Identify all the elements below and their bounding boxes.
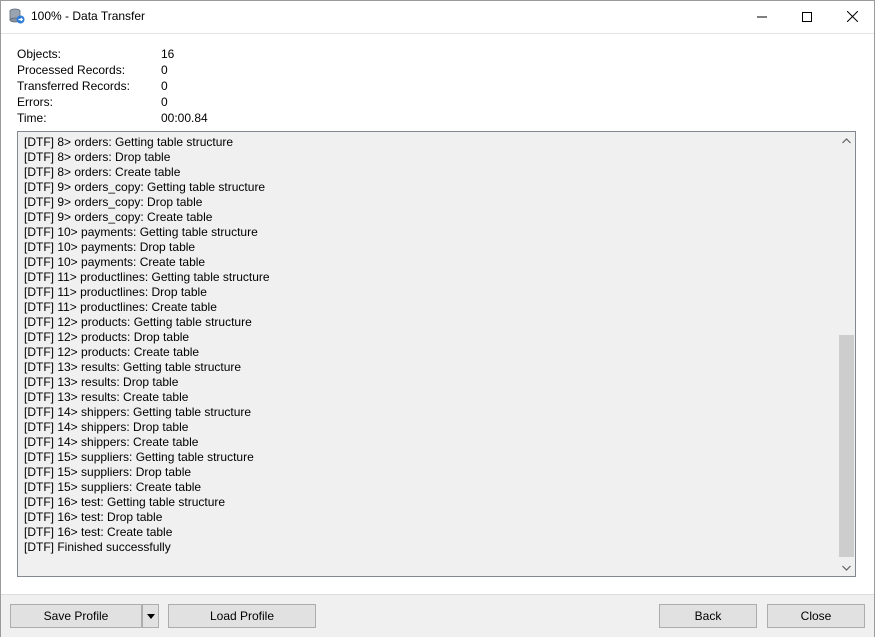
window-title: 100% - Data Transfer — [31, 9, 146, 23]
stat-value: 0 — [161, 95, 168, 109]
dropdown-arrow-icon — [146, 613, 155, 619]
log-line: [DTF] 13> results: Create table — [24, 390, 189, 404]
minimize-icon — [757, 16, 767, 17]
log-line: [DTF] 13> results: Getting table structu… — [24, 360, 242, 374]
save-profile-button[interactable]: Save Profile — [10, 604, 142, 628]
log-line: [DTF] 12> products: Getting table struct… — [24, 315, 252, 329]
log-line: [DTF] 8> orders: Drop table — [24, 150, 171, 164]
log-line: [DTF] 11> productlines: Getting table st… — [24, 270, 270, 284]
log-line: [DTF] 11> productlines: Create table — [24, 300, 217, 314]
button-bar: Save Profile Load Profile Back Close — [1, 595, 874, 637]
log-lines: [DTF] 8> orders: Getting table structure… — [24, 135, 834, 555]
log-line: [DTF] 10> payments: Drop table — [24, 240, 196, 254]
stat-value: 0 — [161, 63, 168, 77]
log-line: [DTF] 11> productlines: Drop table — [24, 285, 207, 299]
data-transfer-icon — [9, 8, 25, 24]
stat-label: Time: — [17, 111, 47, 125]
log-line: [DTF] 15> suppliers: Getting table struc… — [24, 450, 254, 464]
log-line: [DTF] 16> test: Drop table — [24, 510, 163, 524]
log-line: [DTF] 14> shippers: Getting table struct… — [24, 405, 252, 419]
stat-label: Objects: — [17, 47, 62, 61]
stat-value: 16 — [161, 47, 175, 61]
maximize-button[interactable] — [784, 1, 830, 32]
close-icon — [846, 11, 858, 22]
log-line: [DTF] 10> payments: Getting table struct… — [24, 225, 258, 239]
stat-label: Processed Records: — [17, 63, 126, 77]
scroll-down-button[interactable] — [838, 559, 855, 576]
log-line: [DTF] 10> payments: Create table — [24, 255, 206, 269]
log-line: [DTF] 9> orders_copy: Drop table — [24, 195, 203, 209]
save-profile-dropdown-button[interactable] — [142, 604, 159, 628]
log-line: [DTF] 9> orders_copy: Getting table stru… — [24, 180, 266, 194]
chevron-up-icon — [842, 137, 851, 143]
log-scrollbar[interactable] — [838, 132, 855, 576]
log-line: [DTF] 12> products: Create table — [24, 345, 200, 359]
title-bar[interactable]: 100% - Data Transfer — [1, 1, 874, 33]
minimize-button[interactable] — [739, 1, 785, 32]
log-output[interactable]: [DTF] 8> orders: Getting table structure… — [17, 131, 856, 577]
log-line: [DTF] 8> orders: Getting table structure — [24, 135, 234, 149]
load-profile-button[interactable]: Load Profile — [168, 604, 316, 628]
transfer-content: Objects: 16 Processed Records: 0 Transfe… — [1, 34, 874, 594]
back-button[interactable]: Back — [659, 604, 757, 628]
log-line: [DTF] 8> orders: Create table — [24, 165, 181, 179]
log-line: [DTF] 15> suppliers: Create table — [24, 480, 202, 494]
log-line: [DTF] 13> results: Drop table — [24, 375, 179, 389]
stat-label: Errors: — [17, 95, 53, 109]
stat-value: 0 — [161, 79, 168, 93]
stat-value: 00:00.84 — [161, 111, 208, 125]
data-transfer-window: 100% - Data Transfer Objects: 16 Process… — [0, 0, 875, 637]
scroll-up-button[interactable] — [838, 132, 855, 149]
log-line: [DTF] 16> test: Create table — [24, 525, 173, 539]
log-line: [DTF] 16> test: Getting table structure — [24, 495, 226, 509]
close-window-button[interactable] — [829, 1, 875, 32]
log-line: [DTF] 15> suppliers: Drop table — [24, 465, 192, 479]
maximize-icon — [802, 11, 812, 22]
scroll-thumb[interactable] — [839, 335, 854, 557]
log-line: [DTF] 9> orders_copy: Create table — [24, 210, 213, 224]
close-button[interactable]: Close — [767, 604, 865, 628]
log-line: [DTF] 12> products: Drop table — [24, 330, 190, 344]
log-line: [DTF] Finished successfully — [24, 540, 171, 554]
stat-label: Transferred Records: — [17, 79, 130, 93]
chevron-down-icon — [842, 565, 851, 571]
log-line: [DTF] 14> shippers: Drop table — [24, 420, 189, 434]
log-line: [DTF] 14> shippers: Create table — [24, 435, 199, 449]
